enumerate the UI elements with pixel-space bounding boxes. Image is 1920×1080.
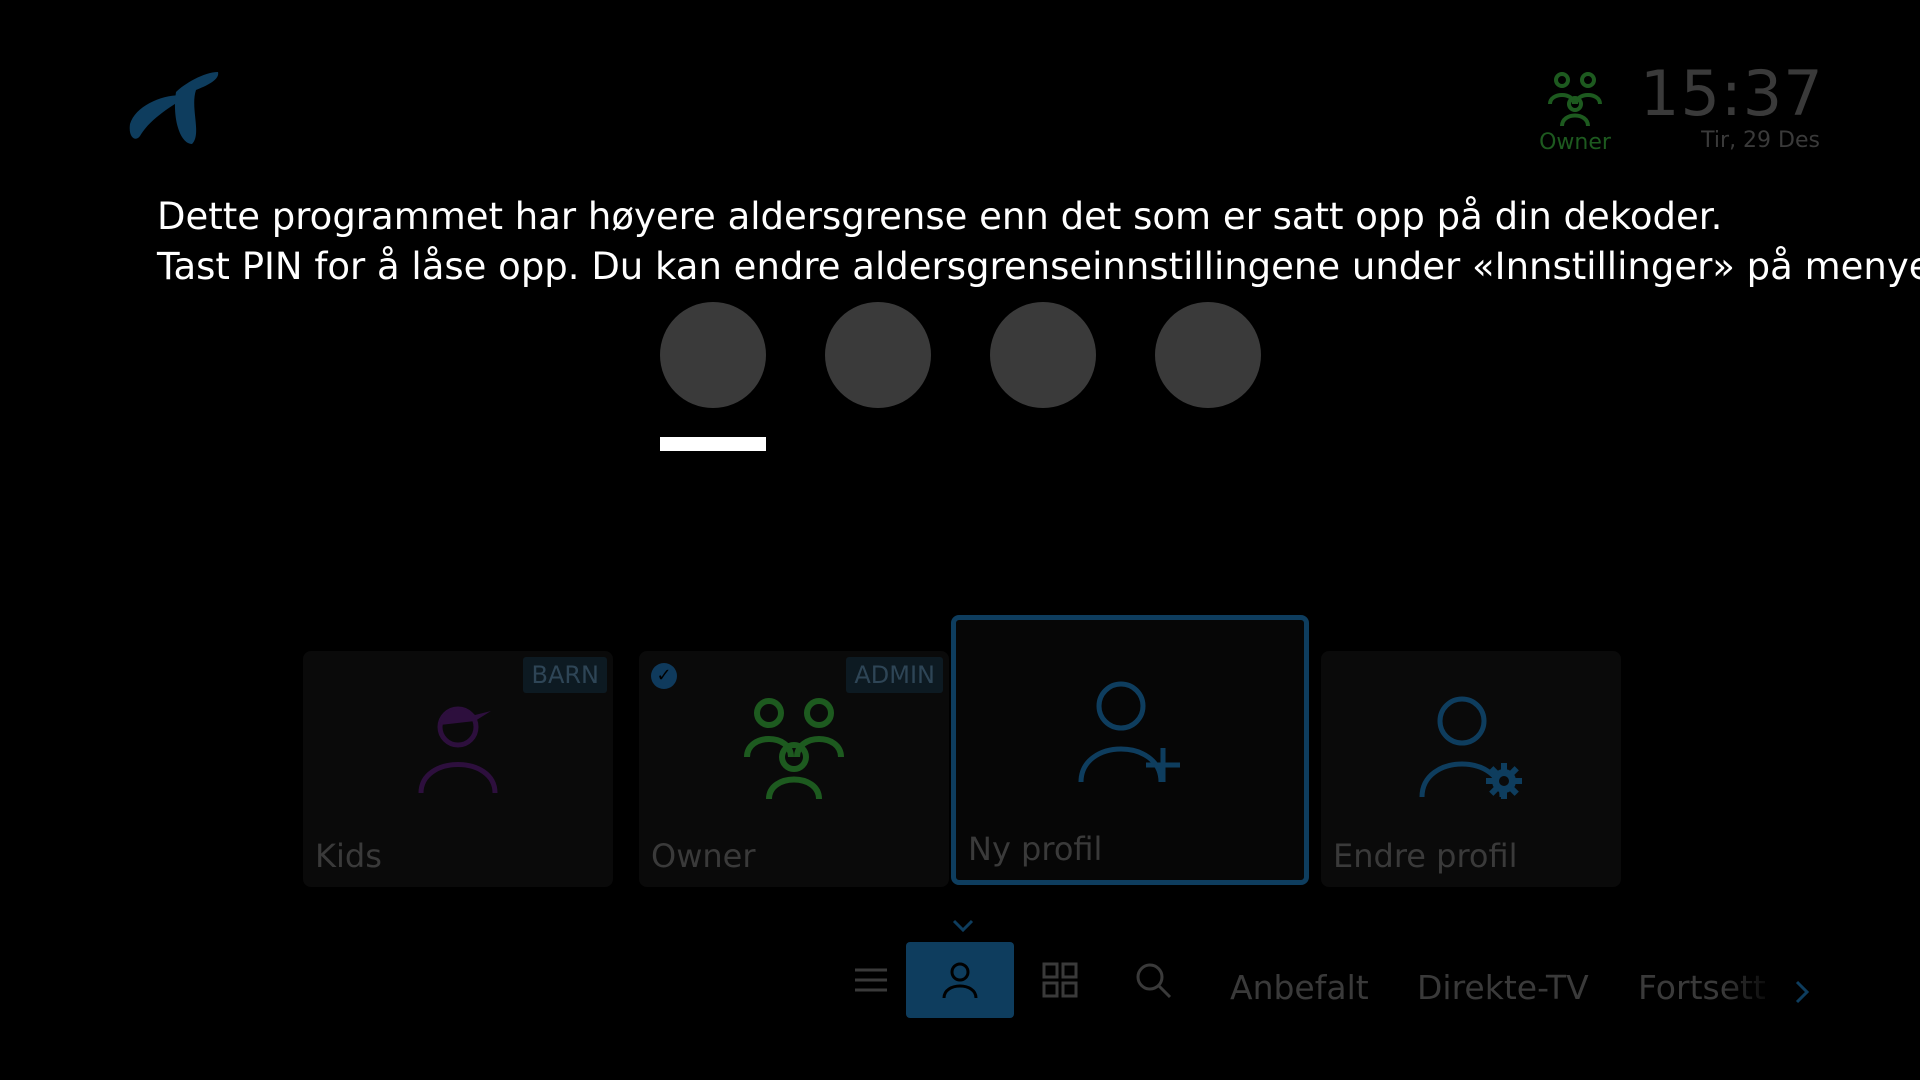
kid-profile-icon [418,706,498,794]
grid-icon [1042,962,1078,998]
grid-button[interactable] [1030,942,1090,1018]
profile-label: Endre profil [1333,837,1518,875]
profile-card-owner[interactable]: ✓ ADMIN Owner [639,651,949,887]
profile-label: Owner [651,837,756,875]
add-profile-icon [1078,681,1180,783]
message-line-2: Tast PIN for å låse opp. Du kan endre al… [157,245,1920,288]
active-profile-name: Owner [1539,130,1611,155]
clock-date: Tir, 29 Des [1701,128,1820,153]
profile-icon [942,962,978,999]
edit-profile-icon [1419,696,1522,799]
message-line-1: Dette programmet har høyere aldersgrense… [157,195,1723,238]
age-limit-message: Dette programmet har høyere aldersgrense… [157,192,1920,292]
pin-cursor [660,437,766,451]
profile-card-kids[interactable]: BARN Kids [303,651,613,887]
profile-badge: BARN [523,657,607,693]
chevron-down-icon [952,919,974,933]
profile-nav-button[interactable] [906,942,1014,1018]
group-profile-icon [1548,72,1602,127]
selected-check-icon: ✓ [651,663,677,689]
active-profile-indicator: Owner [1530,68,1620,155]
group-profile-icon [744,698,844,800]
menu-icon [855,968,887,992]
pin-digit-2[interactable] [825,302,931,408]
profile-label: Kids [315,837,382,875]
profile-badge: ADMIN [846,657,943,693]
chevron-right-icon[interactable] [1790,978,1814,1006]
menu-button[interactable] [838,942,904,1018]
search-icon [1136,963,1172,999]
nav-link-fortsett[interactable]: Fortsett å [1638,968,1778,1007]
profile-label: Ny profil [968,830,1103,868]
pin-digit-1[interactable] [660,302,766,408]
nav-link-direkte-tv[interactable]: Direkte-TV [1417,968,1589,1007]
clock-time: 15:37 [1640,57,1824,130]
profile-card-edit[interactable]: Endre profil [1321,651,1621,887]
profile-card-new[interactable]: Ny profil [951,615,1309,885]
clock: 15:37 Tir, 29 Des [1640,57,1824,154]
nav-link-anbefalt[interactable]: Anbefalt [1230,968,1369,1007]
telenor-logo [129,72,219,144]
pin-digit-3[interactable] [990,302,1096,408]
pin-digit-4[interactable] [1155,302,1261,408]
search-button[interactable] [1124,942,1182,1018]
